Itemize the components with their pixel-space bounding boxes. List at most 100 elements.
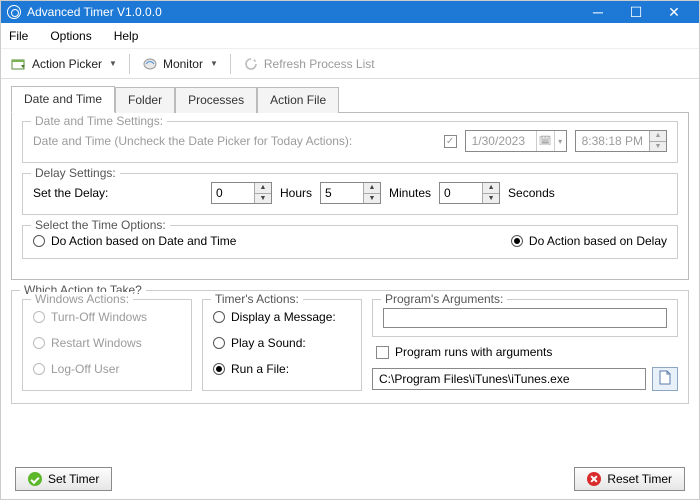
seconds-input[interactable] (440, 183, 482, 203)
file-icon (658, 370, 672, 389)
action-picker-icon (11, 56, 27, 72)
radio-play-sound[interactable]: Play a Sound: (213, 336, 351, 350)
tab-content: Date and Time Settings: Date and Time (U… (11, 112, 689, 280)
radio-by-delay[interactable]: Do Action based on Delay (511, 234, 667, 248)
menu-file[interactable]: File (9, 29, 28, 43)
minimize-button[interactable]: ─ (579, 1, 617, 23)
monitor-label: Monitor (163, 57, 203, 71)
program-arguments-group: Program's Arguments: (372, 299, 678, 337)
time-value: 8:38:18 PM (576, 131, 649, 151)
close-button[interactable]: ✕ (655, 1, 693, 23)
radio-label-text: Run a File: (231, 362, 289, 376)
monitor-icon (142, 56, 158, 72)
tab-date-and-time[interactable]: Date and Time (11, 86, 115, 113)
date-time-settings-group: Date and Time Settings: Date and Time (U… (22, 121, 678, 163)
tab-processes[interactable]: Processes (175, 87, 257, 113)
button-label: Set Timer (48, 472, 99, 486)
hours-spinner[interactable]: ▲▼ (211, 182, 272, 204)
maximize-button[interactable]: ☐ (617, 1, 655, 23)
refresh-process-list-button[interactable]: Refresh Process List (239, 54, 379, 74)
check-circle-icon (28, 472, 42, 486)
radio-display-message[interactable]: Display a Message: (213, 310, 351, 324)
menu-options[interactable]: Options (50, 29, 91, 43)
chevron-down-icon: ▼ (109, 59, 117, 68)
radio-restart-windows: Restart Windows (33, 336, 181, 350)
radio-label-text: Log-Off User (51, 362, 119, 376)
hours-input[interactable] (212, 183, 254, 203)
file-path-input-wrapper (372, 368, 646, 390)
radio-by-datetime[interactable]: Do Action based on Date and Time (33, 234, 236, 248)
spin-buttons[interactable]: ▲▼ (482, 183, 499, 203)
refresh-label: Refresh Process List (264, 57, 375, 71)
group-legend: Windows Actions: (31, 292, 133, 306)
radio-label-text: Do Action based on Date and Time (51, 234, 236, 248)
group-legend: Date and Time Settings: (31, 114, 167, 128)
app-icon (7, 5, 21, 19)
arguments-input[interactable] (388, 310, 662, 326)
group-legend: Delay Settings: (31, 166, 120, 180)
seconds-spinner[interactable]: ▲▼ (439, 182, 500, 204)
tab-label: Processes (188, 93, 244, 107)
radio-label-text: Restart Windows (51, 336, 142, 350)
checkbox-label: Program runs with arguments (395, 345, 552, 359)
seconds-label: Seconds (508, 186, 555, 200)
window-title: Advanced Timer V1.0.0.0 (27, 5, 162, 19)
tab-label: Action File (270, 93, 326, 107)
spin-buttons[interactable]: ▲▼ (363, 183, 380, 203)
minutes-spinner[interactable]: ▲▼ (320, 182, 381, 204)
cancel-circle-icon (587, 472, 601, 486)
title-bar: Advanced Timer V1.0.0.0 ─ ☐ ✕ (1, 1, 699, 23)
action-picker-label: Action Picker (32, 57, 102, 71)
radio-icon (213, 337, 225, 349)
time-spin-buttons[interactable]: ▲▼ (649, 131, 666, 151)
date-picker[interactable]: 1/30/2023 🗓 ▾ (465, 130, 567, 152)
radio-run-file[interactable]: Run a File: (213, 362, 351, 376)
reset-timer-button[interactable]: Reset Timer (574, 467, 685, 491)
toolbar-separator (129, 54, 130, 74)
radio-label-text: Play a Sound: (231, 336, 306, 350)
footer: Set Timer Reset Timer (1, 467, 699, 499)
tab-label: Date and Time (24, 92, 102, 106)
menu-bar: File Options Help (1, 23, 699, 49)
date-time-label: Date and Time (Uncheck the Date Picker f… (33, 134, 436, 148)
browse-file-button[interactable] (652, 367, 678, 391)
runs-with-args-checkbox[interactable]: Program runs with arguments (372, 345, 678, 359)
time-picker[interactable]: 8:38:18 PM ▲▼ (575, 130, 667, 152)
delay-settings-group: Delay Settings: Set the Delay: ▲▼ Hours … (22, 173, 678, 215)
date-picker-checkbox[interactable]: ✓ (444, 135, 457, 148)
button-label: Reset Timer (607, 472, 672, 486)
menu-help[interactable]: Help (114, 29, 139, 43)
arguments-input-wrapper (383, 308, 667, 328)
monitor-button[interactable]: Monitor ▼ (138, 54, 222, 74)
group-legend: Select the Time Options: (31, 218, 170, 232)
action-picker-button[interactable]: Action Picker ▼ (7, 54, 121, 74)
toolbar-separator (230, 54, 231, 74)
radio-icon (33, 235, 45, 247)
which-action-group: Which Action to Take? Windows Actions: T… (11, 290, 689, 404)
file-path-input[interactable] (377, 371, 641, 387)
windows-actions-group: Windows Actions: Turn-Off Windows Restar… (22, 299, 192, 391)
set-timer-button[interactable]: Set Timer (15, 467, 112, 491)
time-options-group: Select the Time Options: Do Action based… (22, 225, 678, 259)
radio-icon (213, 311, 225, 323)
radio-icon (511, 235, 523, 247)
minutes-label: Minutes (389, 186, 431, 200)
tab-label: Folder (128, 93, 162, 107)
group-legend: Timer's Actions: (211, 292, 303, 306)
radio-icon (33, 363, 45, 375)
tab-action-file[interactable]: Action File (257, 87, 339, 113)
hours-label: Hours (280, 186, 312, 200)
app-window: Advanced Timer V1.0.0.0 ─ ☐ ✕ File Optio… (0, 0, 700, 500)
radio-label-text: Do Action based on Delay (529, 234, 667, 248)
radio-icon (213, 363, 225, 375)
chevron-down-icon: ▼ (210, 59, 218, 68)
tab-folder[interactable]: Folder (115, 87, 175, 113)
tab-strip: Date and Time Folder Processes Action Fi… (1, 79, 699, 112)
minutes-input[interactable] (321, 183, 363, 203)
radio-label-text: Display a Message: (231, 310, 336, 324)
radio-logoff-user: Log-Off User (33, 362, 181, 376)
spin-buttons[interactable]: ▲▼ (254, 183, 271, 203)
radio-label-text: Turn-Off Windows (51, 310, 147, 324)
timers-actions-group: Timer's Actions: Display a Message: Play… (202, 299, 362, 391)
group-legend: Program's Arguments: (381, 292, 507, 306)
